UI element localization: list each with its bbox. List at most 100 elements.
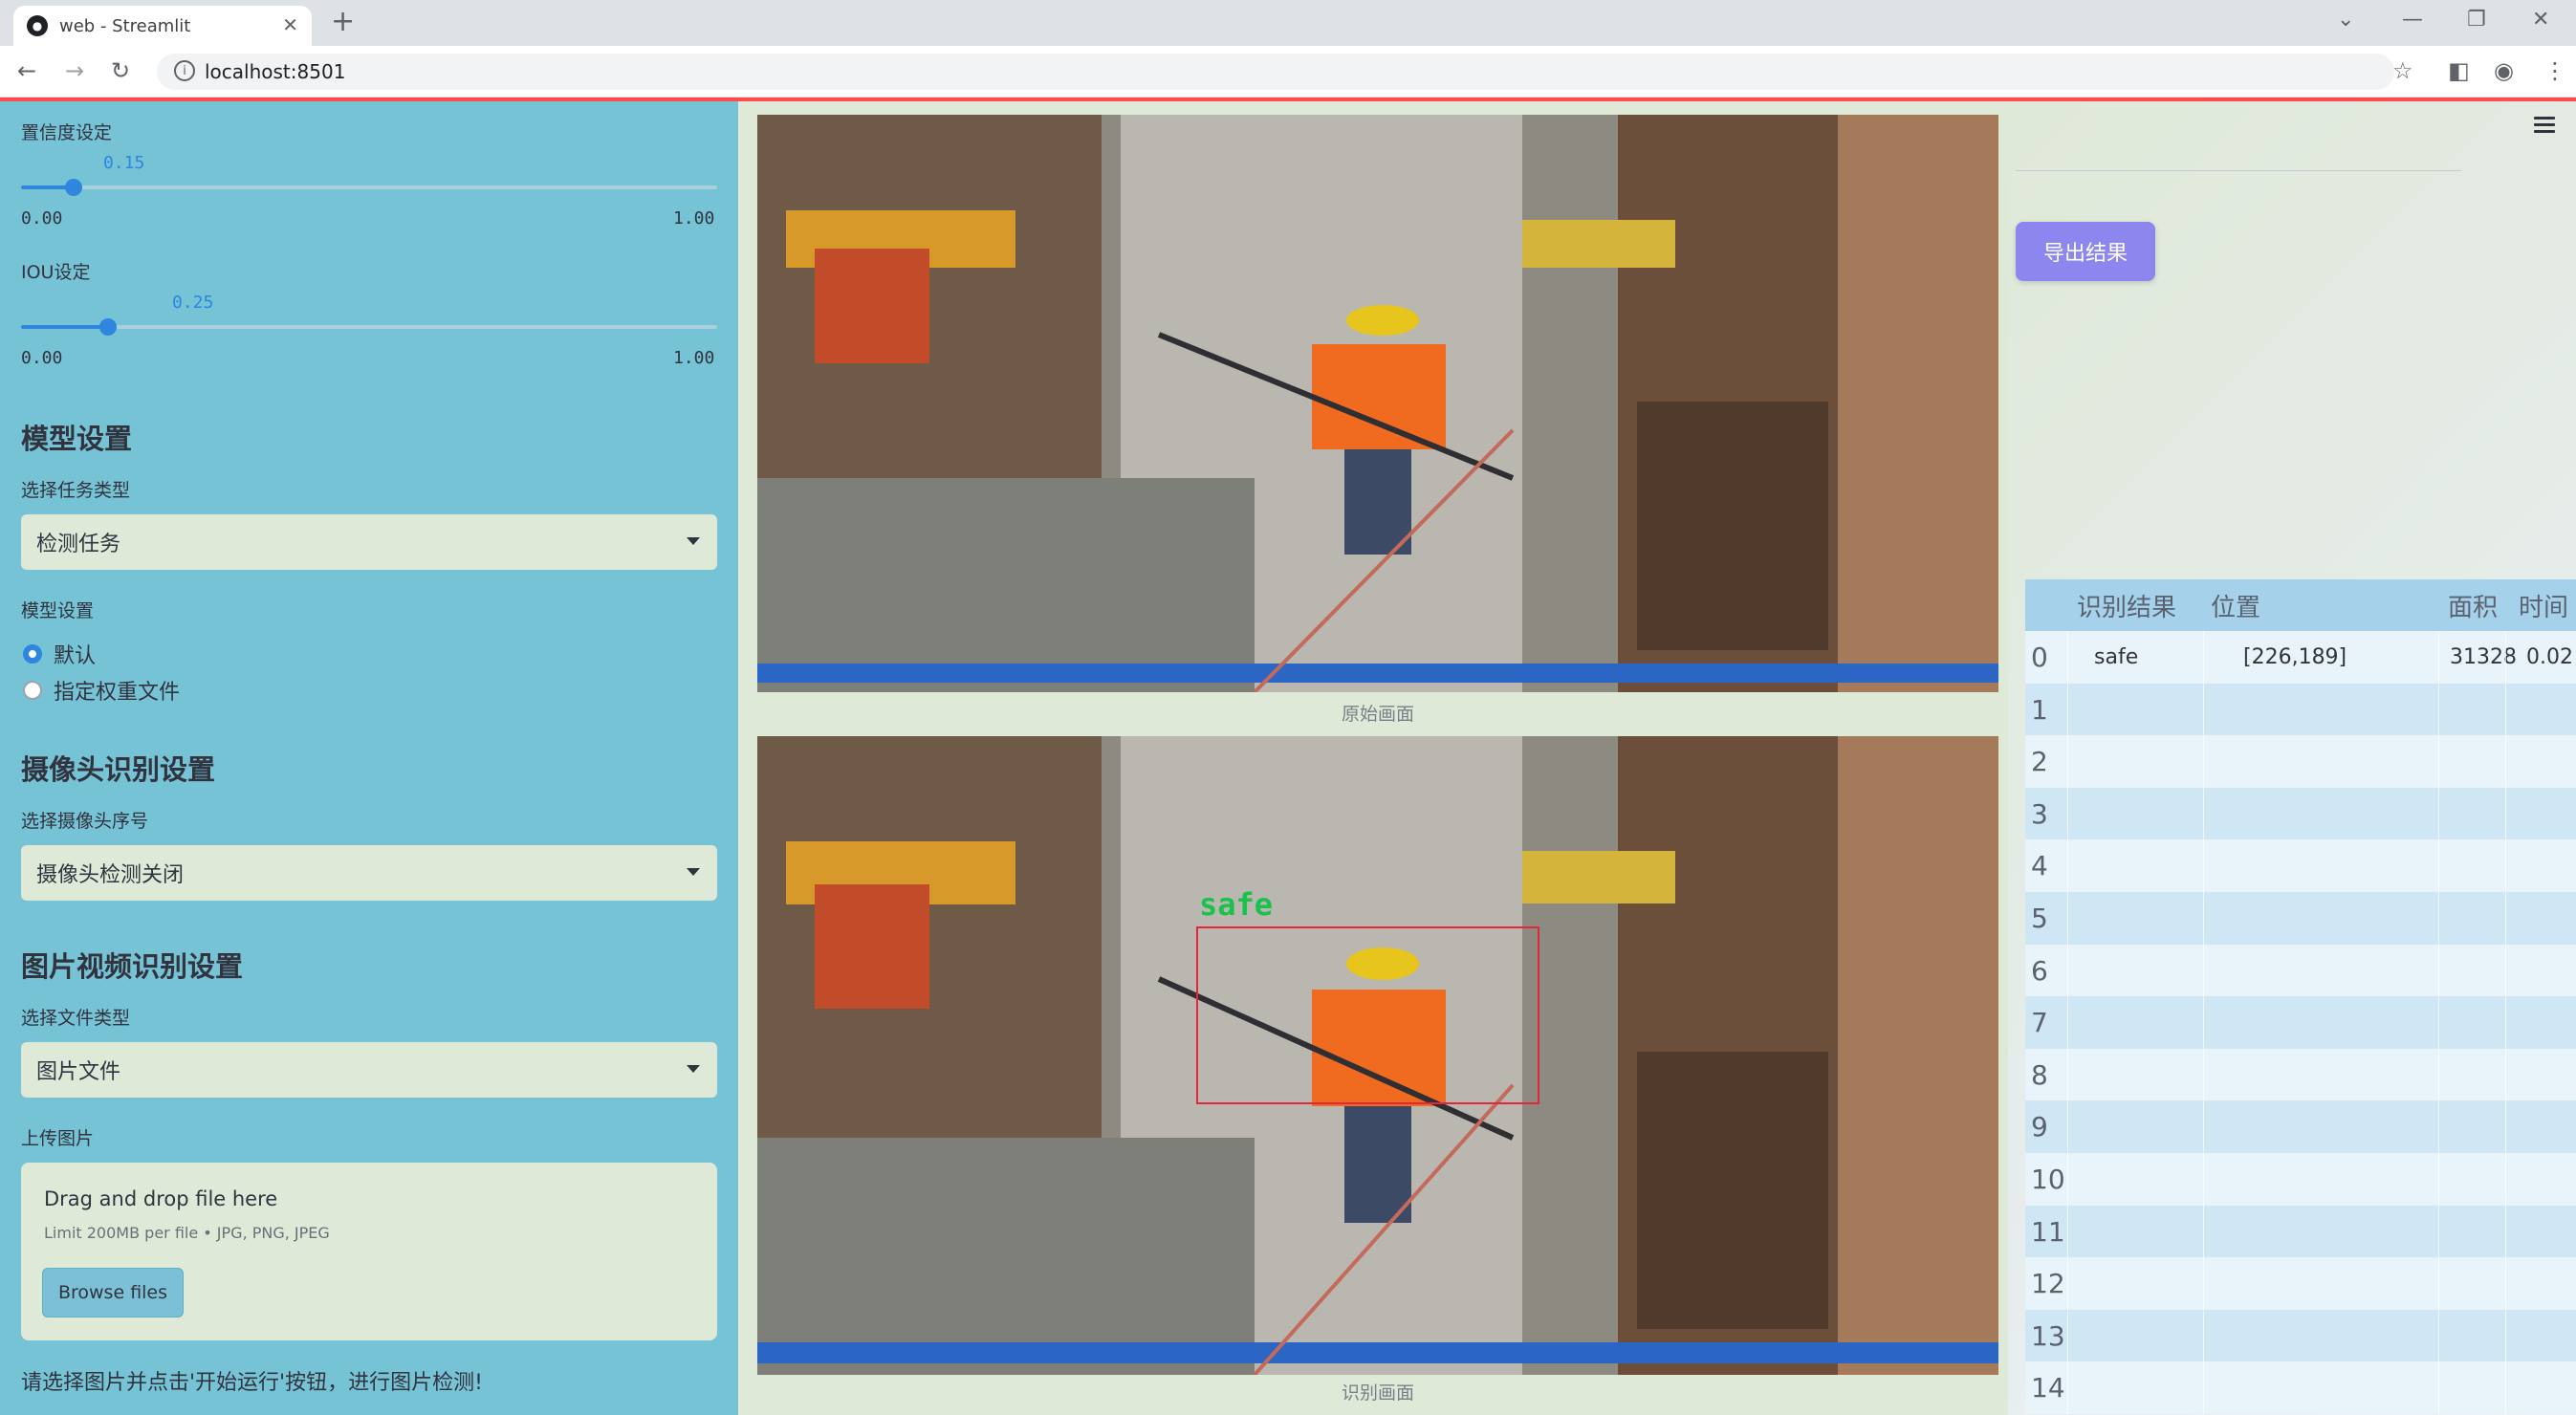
column-divider [2438, 735, 2439, 789]
browse-files-button[interactable]: Browse files [42, 1268, 184, 1317]
confidence-slider-track[interactable] [21, 185, 717, 189]
camera-select[interactable]: 摄像头检测关闭 [21, 845, 717, 901]
row-index: 4 [2031, 850, 2048, 882]
column-divider [2067, 1048, 2068, 1101]
row-index: 8 [2031, 1058, 2048, 1091]
table-row[interactable]: 6 [2025, 944, 2576, 997]
row-index: 12 [2031, 1268, 2065, 1300]
table-row[interactable]: 7 [2025, 996, 2576, 1050]
instruction-text: 请选择图片并点击'开始运行'按钮，进行图片检测! [21, 1371, 483, 1395]
confidence-value: 0.15 [103, 153, 145, 173]
column-divider [2203, 996, 2204, 1050]
browser-menu-icon[interactable]: ⋮ [2543, 57, 2566, 84]
radio-unselected-icon[interactable] [23, 681, 42, 700]
header-result[interactable]: 识别结果 [2077, 579, 2176, 631]
table-row[interactable]: 14 [2025, 1361, 2576, 1415]
upload-label: 上传图片 [21, 1128, 95, 1149]
hamburger-menu-icon[interactable] [2534, 117, 2555, 133]
back-icon[interactable]: ← [17, 57, 36, 84]
column-divider [2438, 1100, 2439, 1154]
confidence-label: 置信度设定 [21, 122, 113, 143]
camera-index-label: 选择摄像头序号 [21, 811, 149, 832]
table-row[interactable]: 0 safe [226,189] 31328 0.02 [2025, 631, 2576, 684]
original-image-caption: 原始画面 [1341, 704, 1414, 725]
file-type-select[interactable]: 图片文件 [21, 1042, 717, 1098]
table-row[interactable]: 10 [2025, 1153, 2576, 1206]
column-divider [2505, 683, 2506, 736]
table-row[interactable]: 3 [2025, 787, 2576, 840]
column-divider [2438, 683, 2439, 736]
radio-default-label: 默认 [54, 644, 97, 668]
column-divider [2438, 892, 2439, 945]
construction-scene-image [757, 115, 1998, 692]
browser-tab-bar: ● web - Streamlit ✕ + ⌄ — ❐ ✕ [0, 0, 2576, 46]
row-index: 5 [2031, 903, 2048, 934]
export-results-button[interactable]: 导出结果 [2016, 222, 2155, 281]
confidence-max: 1.00 [673, 208, 715, 229]
table-row[interactable]: 2 [2025, 735, 2576, 789]
camera-select-value: 摄像头检测关闭 [36, 863, 185, 887]
table-row[interactable]: 8 [2025, 1048, 2576, 1101]
tab-search-icon[interactable]: ⌄ [2337, 8, 2354, 32]
minimize-icon[interactable]: — [2402, 8, 2423, 32]
side-panel-icon[interactable]: ◧ [2448, 57, 2470, 84]
cell-area: 31328 [2450, 645, 2517, 669]
table-row[interactable]: 12 [2025, 1257, 2576, 1311]
cell-result: safe [2094, 645, 2139, 669]
forward-icon[interactable]: → [65, 57, 84, 84]
header-time[interactable]: 时间 [2519, 579, 2568, 631]
radio-custom-weights[interactable]: 指定权重文件 [23, 675, 180, 706]
table-row[interactable]: 9 [2025, 1100, 2576, 1154]
new-tab-icon[interactable]: + [331, 8, 355, 36]
url-field[interactable]: i localhost:8501 [157, 54, 2394, 90]
column-divider [2505, 1309, 2506, 1362]
file-type-label: 选择文件类型 [21, 1008, 131, 1029]
column-divider [2203, 1100, 2204, 1154]
file-type-value: 图片文件 [36, 1060, 121, 1084]
site-info-icon[interactable]: i [174, 60, 195, 81]
table-row[interactable]: 5 [2025, 892, 2576, 945]
iou-slider-thumb[interactable] [99, 318, 117, 336]
radio-default[interactable]: 默认 [23, 639, 96, 669]
column-divider [2203, 944, 2204, 997]
column-divider [2067, 683, 2068, 736]
column-divider [2505, 1153, 2506, 1206]
iou-min: 0.00 [21, 348, 63, 368]
browser-tab[interactable]: ● web - Streamlit ✕ [13, 6, 312, 46]
url-text: localhost:8501 [205, 60, 346, 83]
iou-slider-track[interactable] [21, 325, 717, 329]
window-close-icon[interactable]: ✕ [2532, 8, 2549, 32]
column-divider [2438, 944, 2439, 997]
profile-icon[interactable]: ◉ [2494, 57, 2514, 84]
task-type-label: 选择任务类型 [21, 480, 131, 501]
close-tab-icon[interactable]: ✕ [282, 13, 298, 36]
model-setting-label: 模型设置 [21, 600, 95, 621]
file-dropzone[interactable]: Drag and drop file here Limit 200MB per … [21, 1163, 717, 1340]
table-row[interactable]: 11 [2025, 1205, 2576, 1258]
column-divider [2067, 1361, 2068, 1415]
header-position[interactable]: 位置 [2211, 579, 2260, 631]
column-divider [2505, 1361, 2506, 1415]
restore-icon[interactable]: ❐ [2467, 8, 2486, 32]
chevron-down-icon [687, 537, 700, 545]
column-divider [2067, 1257, 2068, 1311]
dropzone-limits: Limit 200MB per file • JPG, PNG, JPEG [44, 1224, 330, 1242]
detection-result-image: safe [757, 736, 1998, 1375]
column-divider [2203, 1257, 2204, 1311]
radio-selected-icon[interactable] [23, 644, 42, 664]
row-index: 11 [2031, 1215, 2065, 1248]
header-area[interactable]: 面积 [2448, 579, 2498, 631]
row-index: 6 [2031, 954, 2048, 987]
bookmark-star-icon[interactable]: ☆ [2392, 57, 2413, 84]
column-divider [2203, 1205, 2204, 1258]
confidence-slider-thumb[interactable] [64, 179, 82, 196]
task-type-select[interactable]: 检测任务 [21, 514, 717, 570]
chevron-down-icon [687, 868, 700, 876]
task-type-value: 检测任务 [36, 533, 121, 556]
column-divider [2505, 839, 2506, 893]
reload-icon[interactable]: ↻ [111, 57, 130, 84]
table-row[interactable]: 13 [2025, 1309, 2576, 1362]
table-row[interactable]: 1 [2025, 683, 2576, 736]
table-row[interactable]: 4 [2025, 839, 2576, 893]
row-index: 10 [2031, 1164, 2065, 1195]
